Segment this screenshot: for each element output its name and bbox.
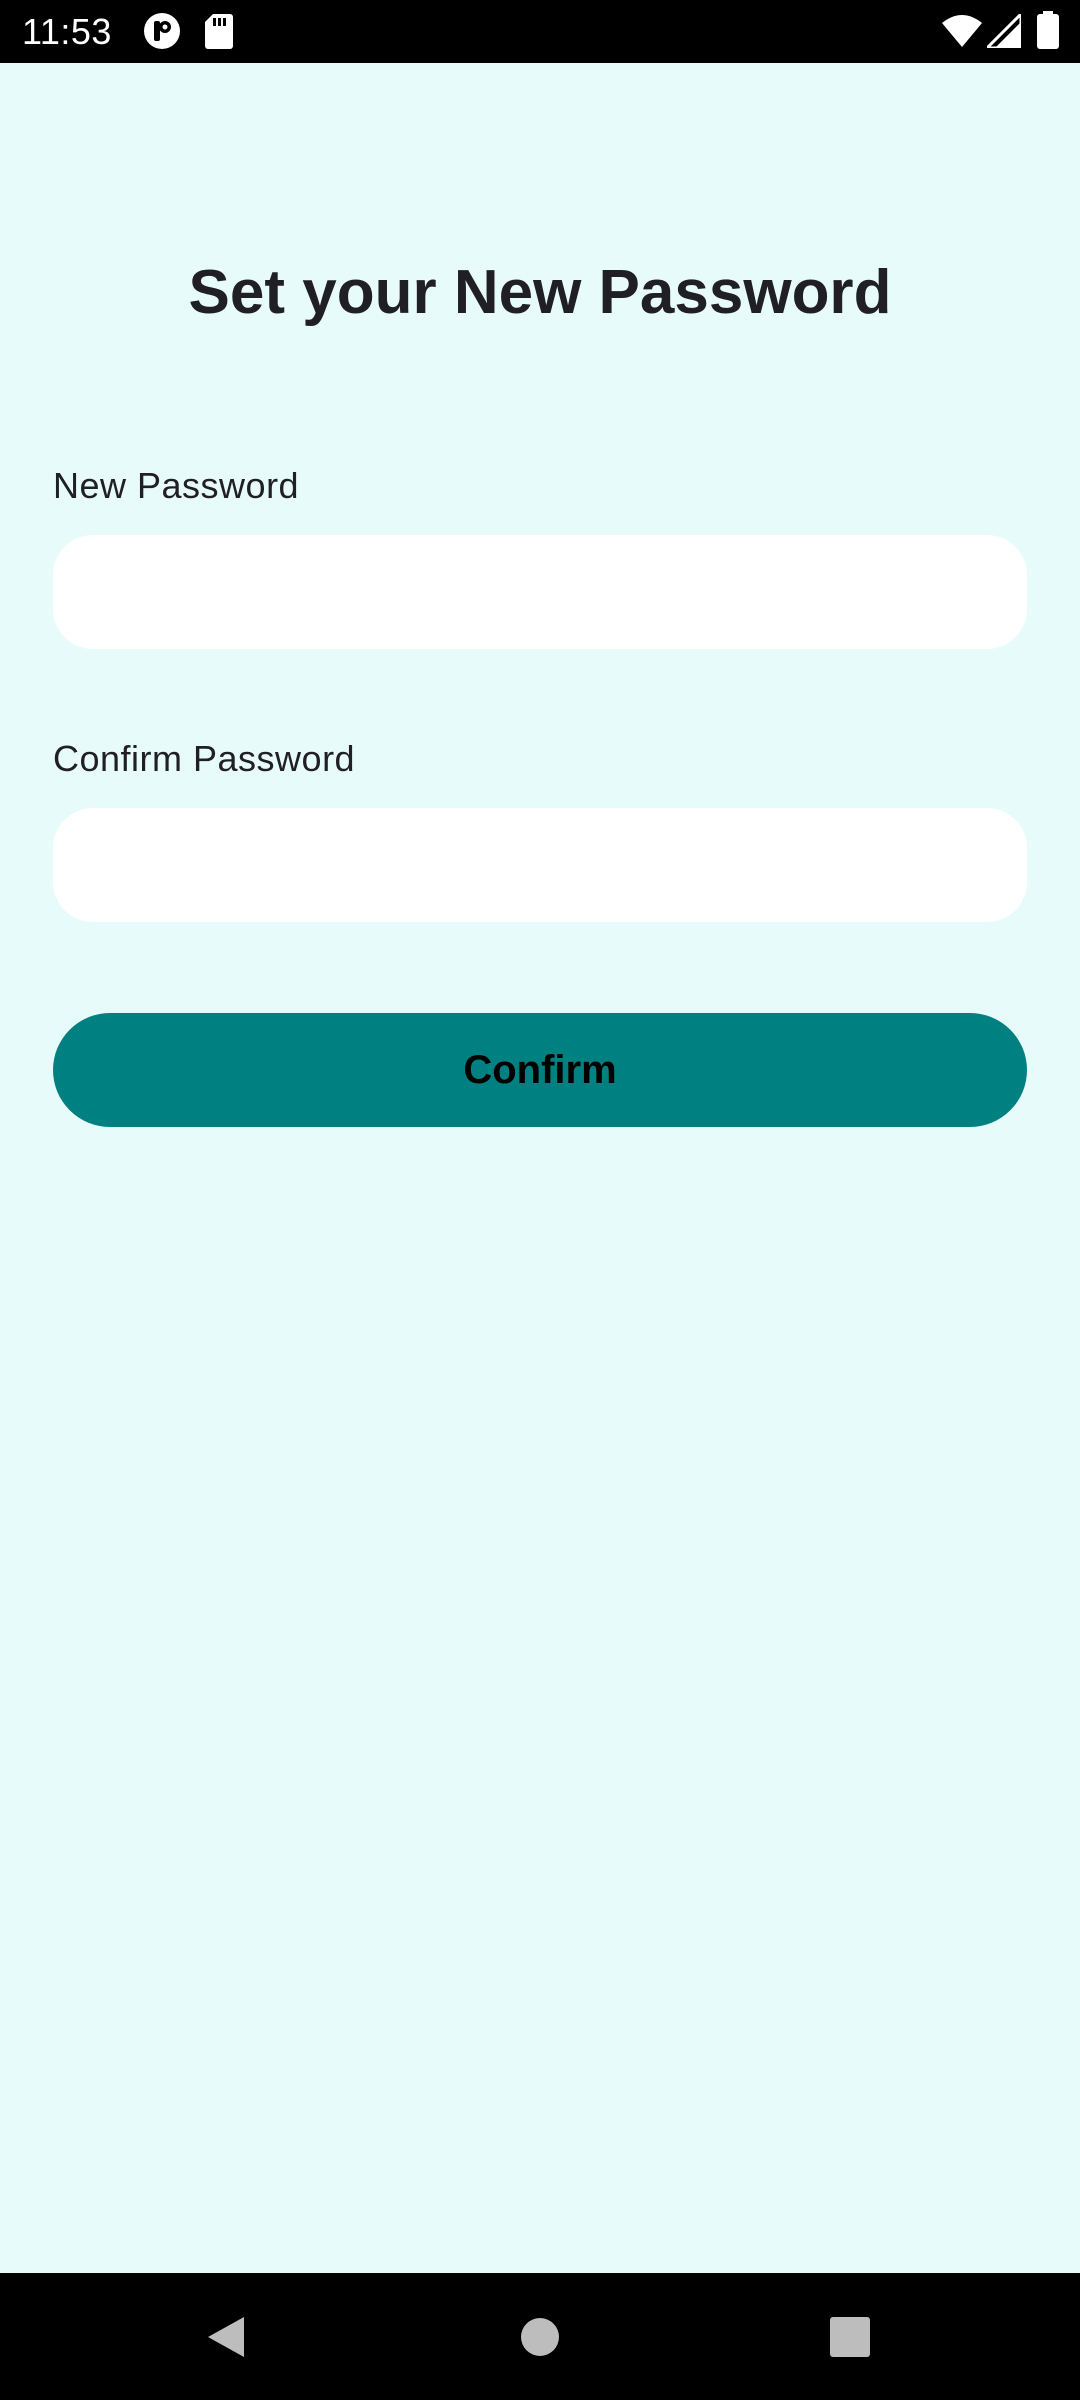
navigation-bar (0, 2273, 1080, 2400)
back-button[interactable] (146, 2273, 306, 2400)
page-title: Set your New Password (188, 258, 892, 327)
home-icon (521, 2317, 559, 2356)
home-button[interactable] (460, 2273, 620, 2400)
back-icon (208, 2316, 244, 2357)
battery-icon (1037, 11, 1059, 49)
confirm-password-field[interactable] (53, 808, 1027, 922)
wifi-icon (942, 15, 982, 47)
recents-button[interactable] (770, 2273, 930, 2400)
app-notification-icon (144, 13, 180, 49)
main-content: Set your New Password New Password Confi… (0, 63, 1080, 2273)
recents-icon (830, 2316, 870, 2357)
new-password-label: New Password (53, 465, 300, 506)
cellular-signal-icon (987, 14, 1021, 48)
status-time: 11:53 (22, 11, 112, 52)
sd-card-icon (205, 14, 233, 49)
confirm-password-label: Confirm Password (53, 738, 356, 779)
new-password-field[interactable] (53, 535, 1027, 649)
status-bar: 11:53 (0, 0, 1080, 63)
confirm-button[interactable]: Confirm (53, 1013, 1027, 1127)
